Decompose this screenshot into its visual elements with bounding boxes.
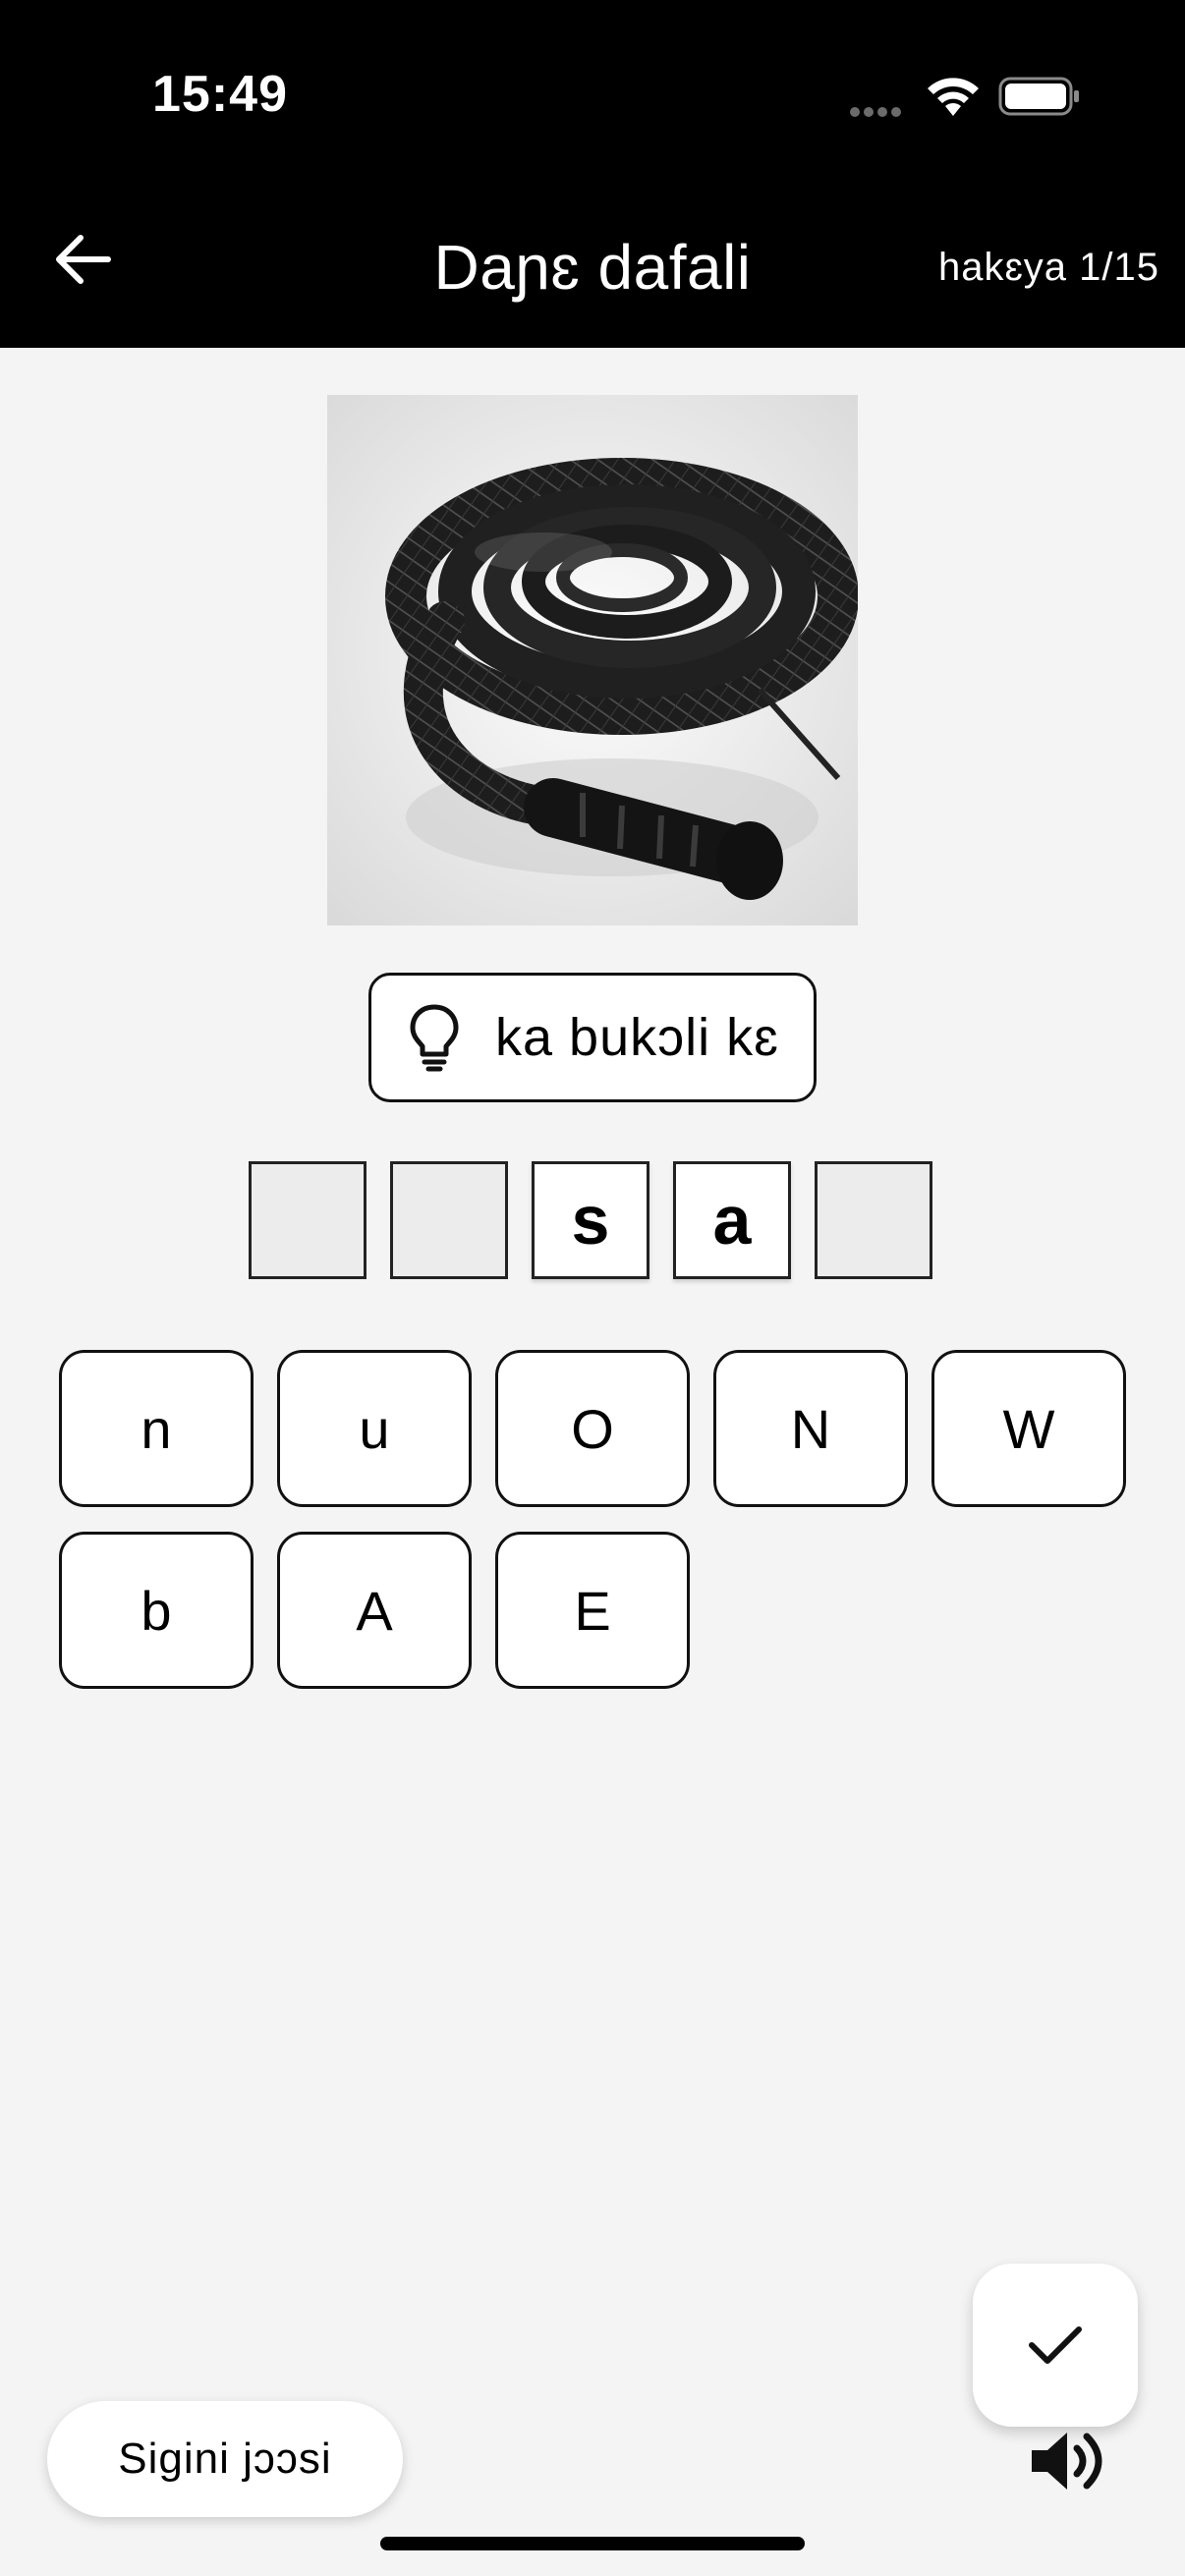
letter-tile[interactable]: N xyxy=(713,1350,908,1507)
speaker-icon[interactable] xyxy=(1028,2425,1106,2497)
letter-tile[interactable]: O xyxy=(495,1350,690,1507)
battery-icon xyxy=(998,77,1079,116)
question-image xyxy=(327,395,858,925)
hint-label: ka bukɔli kɛ xyxy=(495,1008,779,1067)
whip-illustration xyxy=(385,458,858,900)
status-time: 15:49 xyxy=(152,66,288,123)
cellular-signal-icon xyxy=(850,104,905,122)
sign-out-button[interactable]: Sigini jɔɔsi xyxy=(47,2401,403,2517)
letter-tile[interactable]: n xyxy=(59,1350,254,1507)
answer-slot[interactable] xyxy=(815,1161,932,1279)
hint-button[interactable]: ka bukɔli kɛ xyxy=(368,973,817,1102)
answer-slot[interactable] xyxy=(390,1161,508,1279)
check-icon xyxy=(1029,2326,1082,2364)
answer-slot[interactable]: s xyxy=(532,1161,649,1279)
letter-tile[interactable]: b xyxy=(59,1532,254,1689)
answer-slot[interactable] xyxy=(249,1161,367,1279)
lightbulb-icon xyxy=(410,1004,459,1072)
answer-slot[interactable]: a xyxy=(673,1161,791,1279)
letter-tile[interactable]: E xyxy=(495,1532,690,1689)
check-button[interactable] xyxy=(973,2264,1138,2427)
letter-tile[interactable]: u xyxy=(277,1350,472,1507)
top-bar: 15:49 Daɲɛ dafali hakɛya 1/15 xyxy=(0,0,1185,348)
letter-tile[interactable]: A xyxy=(277,1532,472,1689)
home-indicator xyxy=(380,2537,805,2550)
wifi-icon xyxy=(928,78,979,116)
progress-counter: hakɛya 1/15 xyxy=(937,246,1159,289)
letter-tile[interactable]: W xyxy=(931,1350,1126,1507)
